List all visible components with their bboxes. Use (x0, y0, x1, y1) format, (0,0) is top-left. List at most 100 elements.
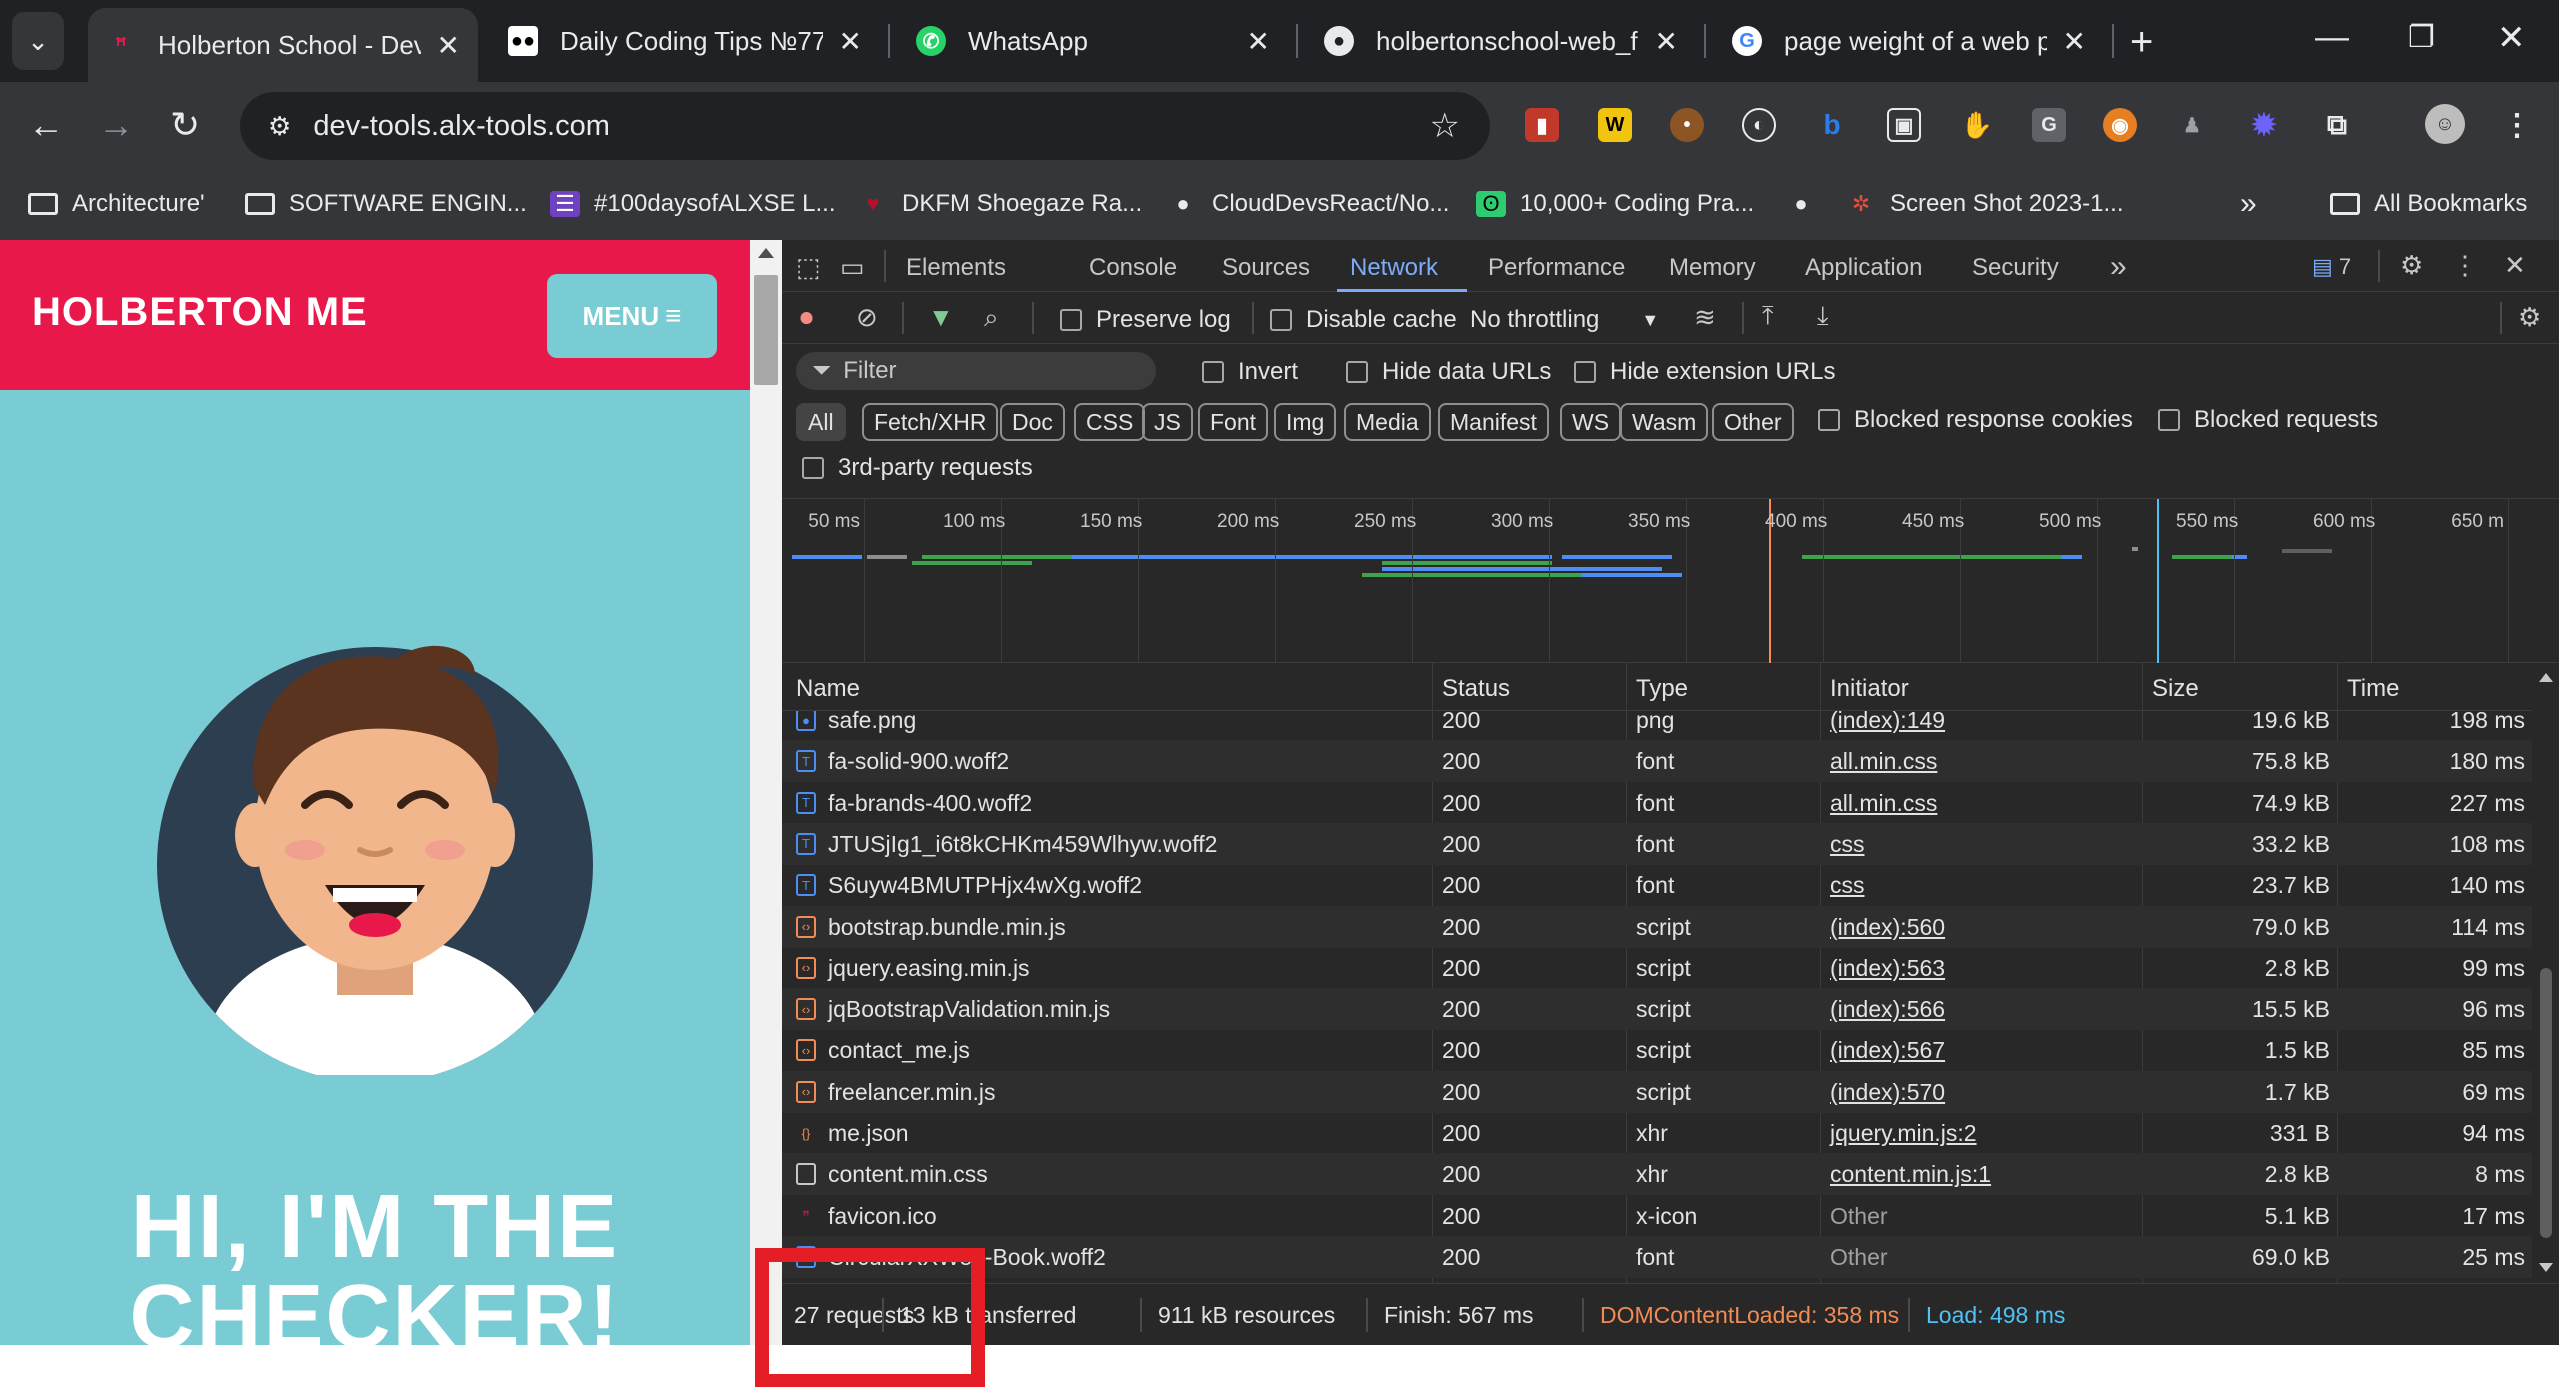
type-filter-ws[interactable]: WS (1560, 403, 1622, 441)
checkbox-box[interactable] (1270, 309, 1292, 331)
scroll-up-arrow-icon[interactable] (2539, 673, 2553, 682)
site-info-icon[interactable]: ⚙ (268, 111, 291, 142)
checkbox-box[interactable] (1202, 361, 1224, 383)
requests-scrollbar[interactable] (2532, 663, 2559, 1283)
checkbox-box[interactable] (1346, 361, 1368, 383)
type-filter-fetch-xhr[interactable]: Fetch/XHR (862, 403, 999, 441)
scroll-up-arrow-icon[interactable] (758, 248, 774, 258)
column-time[interactable]: Time (2347, 675, 2399, 703)
extension-red-book-icon[interactable]: ▮ (1525, 108, 1559, 142)
bookmark-star-icon[interactable]: ☆ (1430, 106, 1460, 146)
extension-g-icon[interactable]: G (2032, 108, 2066, 142)
close-window-icon[interactable]: ✕ (2497, 18, 2526, 58)
extension-fox-icon[interactable]: ◉ (2103, 108, 2137, 142)
bookmark-github[interactable]: ● (1786, 184, 1830, 224)
request-row[interactable]: content.min.css 200 xhr content.min.js:1 2.8… (782, 1153, 2532, 1196)
throttling-select[interactable]: No throttling ▼ (1470, 306, 1659, 334)
request-name[interactable]: fa-solid-900.woff2 (828, 748, 1009, 775)
extension-w-icon[interactable]: W (1598, 108, 1632, 142)
checkbox-box[interactable] (1060, 309, 1082, 331)
hide-data-urls-checkbox[interactable]: Hide data URLs (1346, 358, 1551, 386)
request-name[interactable]: favicon.ico (828, 1203, 937, 1230)
checkbox-box[interactable] (1574, 361, 1596, 383)
tab-whatsapp[interactable]: ✆ WhatsApp ✕ (898, 8, 1288, 74)
clear-icon[interactable]: ⊘ (856, 302, 878, 333)
type-filter-wasm[interactable]: Wasm (1620, 403, 1709, 441)
tab-memory[interactable]: Memory (1669, 254, 1756, 282)
request-row[interactable]: ‹› contact_me.js 200 script (index):567 1.5 k… (782, 1029, 2532, 1071)
request-row[interactable]: ‹› jqBootstrapValidation.min.js 200 script (… (782, 988, 2532, 1031)
type-filter-manifest[interactable]: Manifest (1438, 403, 1549, 441)
close-icon[interactable]: ✕ (437, 29, 460, 62)
tab-network[interactable]: Network (1350, 254, 1438, 282)
tab-application[interactable]: Application (1805, 254, 1922, 282)
close-icon[interactable]: ✕ (1247, 25, 1270, 58)
tab-console[interactable]: Console (1089, 254, 1177, 282)
request-row[interactable]: ‹› freelancer.min.js 200 script (index):570 1… (782, 1070, 2532, 1113)
tab-elements[interactable]: Elements (906, 254, 1006, 282)
import-har-icon[interactable]: ⤒ (1762, 300, 1774, 332)
close-devtools-icon[interactable]: ✕ (2504, 250, 2526, 281)
page-scroll-thumb[interactable] (754, 275, 778, 385)
menu-button[interactable]: MENU ≡ (547, 274, 717, 358)
request-initiator[interactable]: (index):567 (1830, 1037, 1945, 1064)
request-initiator[interactable]: jquery.min.js:2 (1830, 1120, 1977, 1147)
tab-holberton[interactable]: ꟸ Holberton School - Devel ✕ (88, 8, 478, 82)
tab-performance[interactable]: Performance (1488, 254, 1625, 282)
request-initiator[interactable]: (index):566 (1830, 996, 1945, 1023)
reload-icon[interactable]: ↻ (170, 104, 200, 146)
network-conditions-icon[interactable]: ≋ (1694, 302, 1716, 333)
request-initiator[interactable]: (index):570 (1830, 1079, 1945, 1106)
blocked-requests-checkbox[interactable]: Blocked requests (2158, 406, 2378, 434)
type-filter-js[interactable]: JS (1142, 403, 1193, 441)
type-filter-doc[interactable]: Doc (1000, 403, 1065, 441)
bookmark-software-engin[interactable]: SOFTWARE ENGIN... (245, 184, 527, 224)
bookmarks-overflow-icon[interactable]: » (2240, 184, 2257, 224)
request-name[interactable]: jqBootstrapValidation.min.js (828, 996, 1110, 1023)
network-settings-gear-icon[interactable]: ⚙ (2518, 302, 2541, 333)
export-har-icon[interactable]: ⤓ (1817, 300, 1829, 332)
filter-input[interactable]: ⏷ Filter (796, 352, 1156, 390)
network-overview-timeline[interactable]: 50 ms 100 ms 150 ms 200 ms 250 ms 300 ms 350 m… (782, 498, 2559, 664)
request-name[interactable]: jquery.easing.min.js (828, 955, 1030, 982)
inspect-element-icon[interactable]: ⬚ (796, 252, 821, 283)
tab-security[interactable]: Security (1972, 254, 2059, 282)
site-brand[interactable]: HOLBERTON ME (32, 290, 368, 335)
request-row[interactable]: T JTUSjIg1_i6t8kCHKm459Wlhyw.woff2 200 font… (782, 822, 2532, 865)
kebab-menu-icon[interactable]: ⋮ (2452, 250, 2478, 281)
tab-github[interactable]: ● holbertonschool-web_fro ✕ (1306, 8, 1696, 74)
extension-hand-icon[interactable]: ✋ (1960, 108, 1994, 142)
forward-icon[interactable]: → (98, 104, 134, 146)
more-tabs-icon[interactable]: » (2110, 250, 2127, 284)
request-name[interactable]: freelancer.min.js (828, 1079, 995, 1106)
kebab-menu-icon[interactable]: ⋮ (2500, 108, 2534, 142)
close-icon[interactable]: ✕ (1655, 25, 1678, 58)
bookmark-dkfm[interactable]: ♥ DKFM Shoegaze Ra... (858, 184, 1142, 224)
type-filter-other[interactable]: Other (1712, 403, 1794, 441)
request-initiator[interactable]: all.min.css (1830, 790, 1937, 817)
request-name[interactable]: bootstrap.bundle.min.js (828, 914, 1066, 941)
type-filter-all[interactable]: All (796, 403, 846, 441)
profile-avatar[interactable]: ☺ (2425, 104, 2465, 144)
type-filter-css[interactable]: CSS (1074, 403, 1146, 441)
minimize-icon[interactable]: — (2315, 18, 2349, 57)
bookmark-coding-practice[interactable]: ʘ 10,000+ Coding Pra... (1476, 184, 1754, 224)
bookmark-100daysofalxse[interactable]: ☰ #100daysofALXSE L... (550, 184, 836, 224)
extension-window-icon[interactable]: ▣ (1887, 108, 1921, 142)
invert-checkbox[interactable]: Invert (1202, 358, 1298, 386)
extensions-puzzle-icon[interactable]: ⧉ (2320, 108, 2354, 142)
checkbox-box[interactable] (2158, 409, 2180, 431)
request-initiator[interactable]: content.min.js:1 (1830, 1161, 1991, 1188)
tab-sources[interactable]: Sources (1222, 254, 1310, 282)
request-row[interactable]: ‹› bootstrap.bundle.min.js 200 script (index… (782, 905, 2532, 948)
hide-extension-urls-checkbox[interactable]: Hide extension URLs (1574, 358, 1835, 386)
extension-bing-icon[interactable]: b (1815, 108, 1849, 142)
request-row[interactable]: Tfa-brands-400.woff2 200 font all.min.css 74… (782, 782, 2532, 824)
type-filter-media[interactable]: Media (1344, 403, 1431, 441)
request-name[interactable]: contact_me.js (828, 1037, 970, 1064)
request-name[interactable]: content.min.css (828, 1161, 988, 1188)
bookmark-all-bookmarks[interactable]: All Bookmarks (2330, 184, 2527, 224)
back-icon[interactable]: ← (28, 104, 64, 146)
issues-badge[interactable]: ▤ 7 (2312, 254, 2351, 280)
request-name[interactable]: JTUSjIg1_i6t8kCHKm459Wlhyw.woff2 (828, 831, 1217, 858)
